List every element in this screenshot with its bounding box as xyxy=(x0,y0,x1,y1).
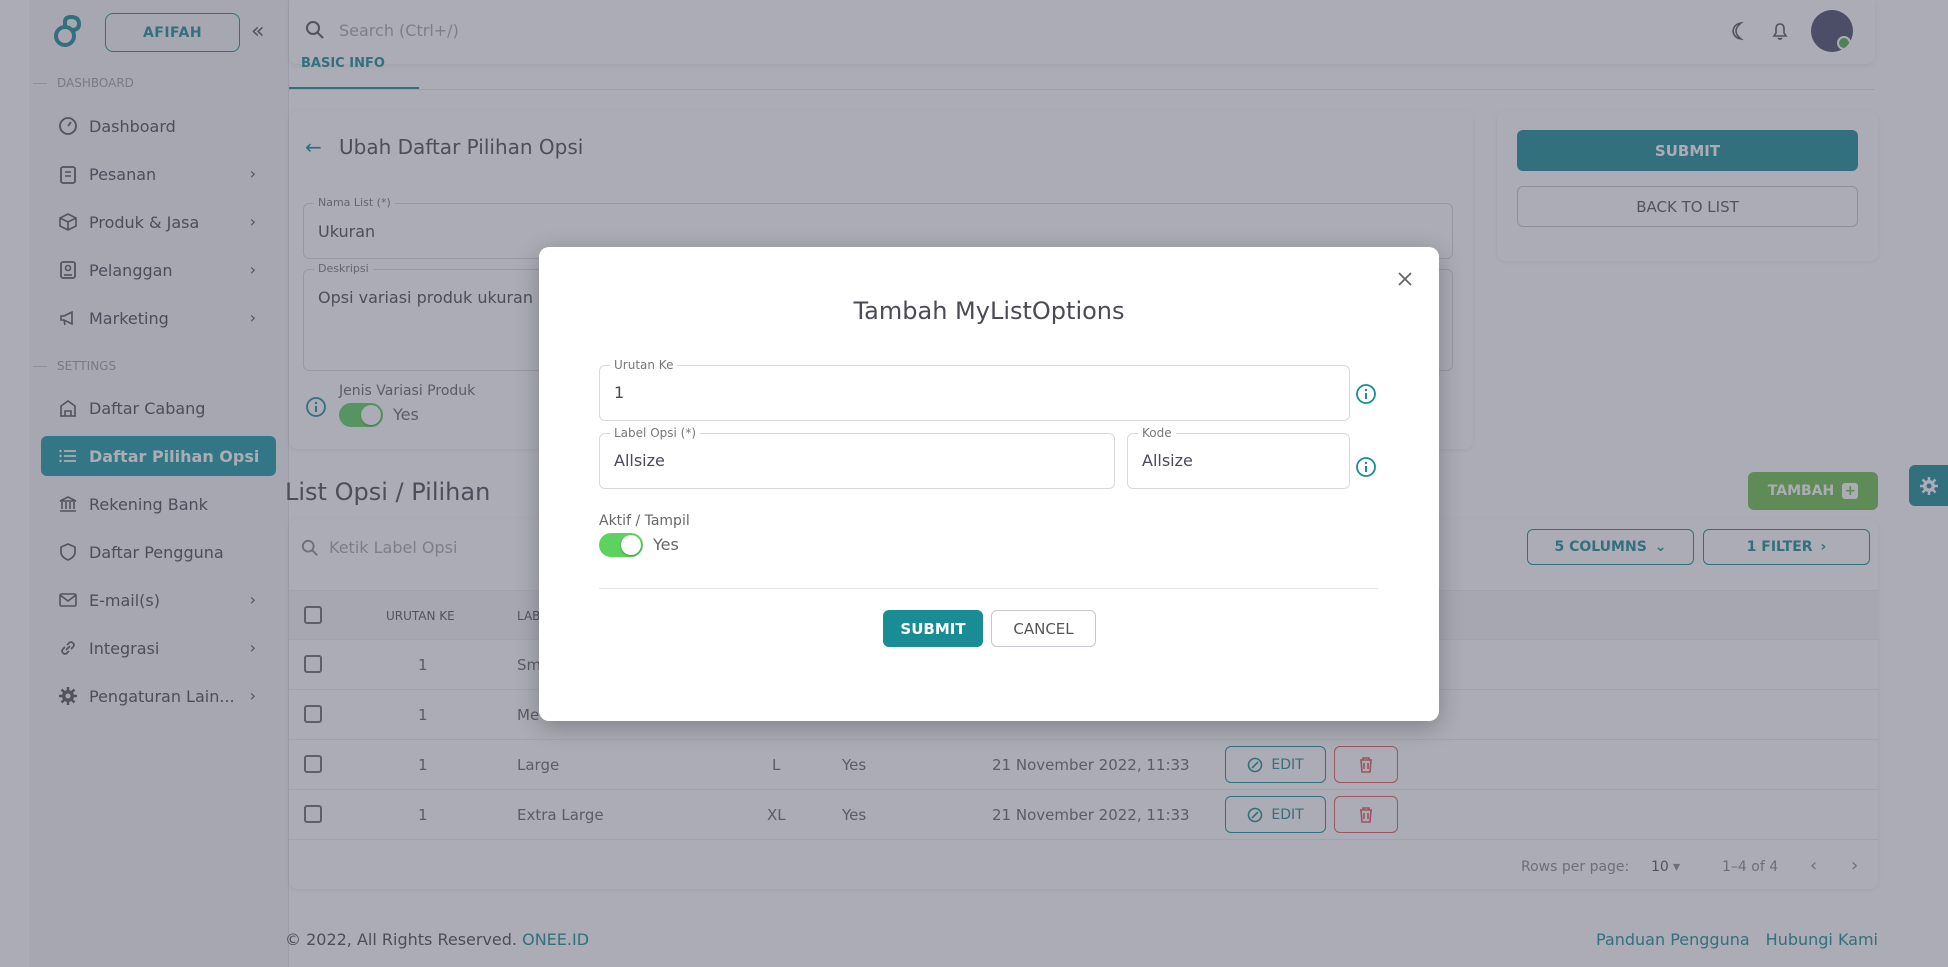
modal-cancel-button[interactable]: CANCEL xyxy=(991,610,1096,647)
urutan-label: Urutan Ke xyxy=(610,358,678,372)
aktif-toggle[interactable] xyxy=(599,533,643,557)
modal-submit-button[interactable]: SUBMIT xyxy=(883,610,983,647)
info-icon[interactable] xyxy=(1355,456,1377,478)
modal-title: Tambah MyListOptions xyxy=(853,297,1125,325)
modal-divider xyxy=(599,588,1378,589)
label-opsi-field[interactable]: Label Opsi (*) Allsize xyxy=(599,426,1115,489)
info-icon[interactable] xyxy=(1355,383,1377,405)
label-opsi-label: Label Opsi (*) xyxy=(610,426,701,440)
label-opsi-value: Allsize xyxy=(614,451,665,470)
add-option-modal: Tambah MyListOptions Urutan Ke 1 Label O… xyxy=(539,247,1439,721)
kode-label: Kode xyxy=(1138,426,1176,440)
kode-value: Allsize xyxy=(1142,451,1193,470)
urutan-value: 1 xyxy=(614,383,625,402)
kode-field[interactable]: Kode Allsize xyxy=(1127,426,1350,489)
aktif-value: Yes xyxy=(653,535,679,554)
aktif-label: Aktif / Tampil xyxy=(599,513,690,529)
urutan-field[interactable]: Urutan Ke 1 xyxy=(599,358,1350,421)
close-icon[interactable] xyxy=(1393,267,1417,291)
